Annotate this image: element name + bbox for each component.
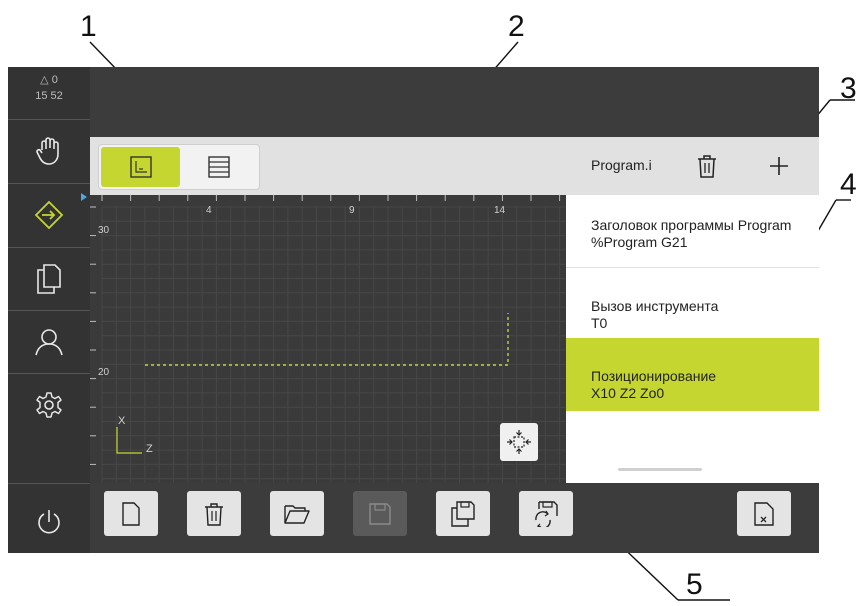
sidebar-item-manual[interactable] <box>8 120 90 182</box>
ruler-label-14: 14 <box>494 205 506 216</box>
tool-path <box>145 313 509 366</box>
callout-5: 5 <box>686 568 703 601</box>
ruler-label-9: 9 <box>349 205 355 216</box>
ruler-label-20: 20 <box>98 367 110 378</box>
power-icon <box>38 510 60 534</box>
trash-icon <box>205 502 223 526</box>
plus-icon <box>770 157 788 175</box>
grid-canvas <box>90 195 566 483</box>
callout-3: 3 <box>840 72 857 105</box>
grid-lines <box>101 206 566 483</box>
ruler-label-30: 30 <box>98 225 110 236</box>
block-line-1: Заголовок программы Program <box>591 217 792 233</box>
file-icon <box>37 264 61 294</box>
block-line-2: T0 <box>591 315 608 331</box>
block-line-1: Вызов инструмента <box>591 298 719 314</box>
save-refresh-button[interactable] <box>519 491 573 536</box>
program-block[interactable]: Вызов инструмента T0 <box>566 268 819 338</box>
block-line-2: %Program G21 <box>591 234 688 250</box>
status-indicator: △ 0 15 52 <box>8 67 90 119</box>
active-indicator-icon <box>81 193 87 201</box>
delete-button[interactable] <box>187 491 241 536</box>
program-header: Program.i <box>566 137 819 195</box>
time-readout: 15 52 <box>35 90 63 102</box>
callout-1: 1 <box>80 10 97 43</box>
block-line-2: X10 Z2 Zo0 <box>591 385 665 401</box>
sidebar-item-files[interactable] <box>8 248 90 310</box>
delta-readout: △ 0 <box>40 74 58 86</box>
save-as-icon <box>451 500 475 527</box>
close-file-icon <box>754 501 774 526</box>
sidebar-item-settings[interactable] <box>8 374 90 436</box>
save-as-button[interactable] <box>436 491 490 536</box>
block-line-1: Позиционирование <box>591 368 717 384</box>
open-program-button[interactable] <box>270 491 324 536</box>
save-button[interactable] <box>353 491 407 536</box>
callout-2: 2 <box>508 10 525 43</box>
list-view-button[interactable] <box>181 147 257 187</box>
new-file-icon <box>122 501 140 526</box>
graphic-view-button[interactable] <box>101 147 180 187</box>
program-block-selected[interactable]: Позиционирование X10 Z2 Zo0 <box>566 338 819 411</box>
folder-open-icon <box>284 504 310 524</box>
callout-4: 4 <box>840 168 857 201</box>
hand-icon <box>36 137 59 165</box>
header-bar <box>90 67 819 137</box>
view-toggle-bar <box>90 137 566 195</box>
divider <box>8 483 90 484</box>
axis-indicator <box>116 427 142 454</box>
graphic-simulation-area[interactable]: 30 20 4 9 14 X Z <box>90 195 566 483</box>
scrollbar[interactable] <box>618 468 702 471</box>
save-refresh-icon <box>535 500 558 527</box>
program-title: Program.i <box>591 157 652 173</box>
list-view-icon <box>208 156 230 178</box>
view-toggle <box>98 144 260 190</box>
ruler-label-4: 4 <box>206 205 212 216</box>
sidebar-item-user[interactable] <box>8 311 90 373</box>
trash-icon <box>698 155 716 178</box>
axis-z-label: Z <box>146 443 153 455</box>
new-program-button[interactable] <box>104 491 158 536</box>
zoom-fit-button[interactable] <box>500 423 538 461</box>
axis-x-label: X <box>118 415 126 427</box>
program-arrow-icon <box>34 200 64 230</box>
sidebar-item-power[interactable] <box>8 491 90 553</box>
save-icon <box>369 502 391 525</box>
gear-icon <box>36 392 62 418</box>
delete-program-button[interactable] <box>690 149 724 183</box>
close-program-button[interactable] <box>737 491 791 536</box>
program-panel: Program.i Заголовок программы Program %P… <box>566 137 819 483</box>
user-icon <box>35 329 63 356</box>
program-block[interactable]: Заголовок программы Program %Program G21 <box>566 195 819 268</box>
add-block-button[interactable] <box>762 149 796 183</box>
zoom-fit-icon <box>507 430 531 454</box>
sidebar-item-programming[interactable] <box>8 184 90 246</box>
graphic-view-icon <box>129 156 152 178</box>
main-menu-sidebar: △ 0 15 52 <box>8 67 90 553</box>
